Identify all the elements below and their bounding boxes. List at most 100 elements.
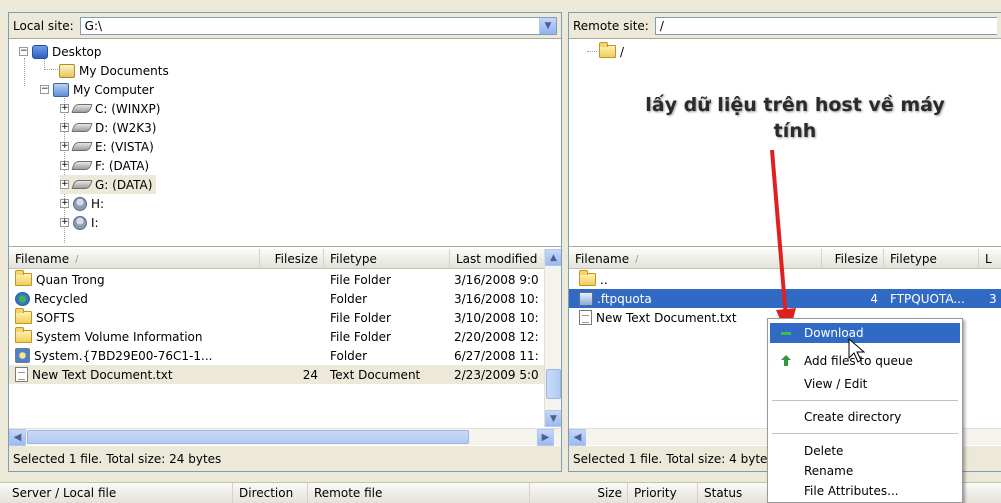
scroll-down-icon[interactable]: ▼ — [545, 410, 561, 427]
menu-separator — [772, 400, 958, 401]
local-site-label: Local site: — [13, 18, 74, 33]
local-list-vertical-scrollbar[interactable]: ▲ ▼ — [544, 249, 561, 427]
collapse-icon[interactable]: − — [40, 85, 49, 94]
tree-node-drive-h[interactable]: + H: — [60, 194, 104, 213]
column-filename[interactable]: Filename / — [9, 249, 260, 269]
menu-item-label: View / Edit — [804, 377, 868, 391]
local-site-path: G:\ — [84, 18, 103, 33]
column-label: Direction — [239, 486, 294, 500]
scroll-thumb[interactable] — [546, 369, 561, 399]
file-modified: 3/10/2008 10: — [454, 310, 539, 325]
folder-icon — [15, 327, 32, 343]
tree-node-drive-c[interactable]: + C: (WINXP) — [60, 99, 160, 118]
file-name: System.{7BD29E00-76C1-1... — [34, 348, 213, 363]
tree-node-label: D: (W2K3) — [95, 120, 157, 135]
menu-item-rename[interactable]: Rename — [770, 461, 960, 481]
expand-icon[interactable]: + — [60, 123, 69, 132]
file-type: File Folder — [330, 329, 391, 344]
tree-node-label: E: (VISTA) — [95, 139, 154, 154]
drive-icon — [71, 123, 93, 132]
my-computer-icon — [53, 82, 69, 97]
expand-icon[interactable]: + — [60, 161, 69, 170]
expand-icon[interactable]: + — [60, 180, 69, 189]
expand-icon[interactable]: + — [60, 142, 69, 151]
column-status[interactable]: Status — [698, 483, 778, 503]
tree-node-drive-i[interactable]: + I: — [60, 213, 99, 232]
menu-item-label: Delete — [804, 444, 844, 458]
local-site-combobox[interactable]: G:\ ▼ — [79, 16, 557, 35]
column-last-modified[interactable]: Last modified — [450, 249, 546, 269]
tree-node-my-documents[interactable]: My Documents — [59, 61, 169, 80]
menu-item-create-directory[interactable]: Create directory — [770, 407, 960, 427]
tree-node-drive-g[interactable]: + G: (DATA) — [60, 175, 157, 194]
remote-status-text: Selected 1 file. Total size: 4 bytes — [573, 451, 774, 466]
table-row-selected[interactable]: New Text Document.txt 24 Text Document 2… — [9, 365, 546, 384]
table-row[interactable]: System.{7BD29E00-76C1-1... Folder 6/27/2… — [9, 346, 546, 365]
file-size: 24 — [302, 367, 318, 382]
local-site-bar: Local site: G:\ ▼ — [9, 13, 561, 39]
column-size[interactable]: Size — [530, 483, 628, 503]
menu-item-file-attributes[interactable]: File Attributes... — [770, 481, 960, 501]
menu-item-view-edit[interactable]: View / Edit — [770, 374, 960, 394]
file-name: .ftpquota — [597, 291, 652, 306]
download-icon — [781, 332, 791, 335]
scroll-thumb[interactable] — [27, 430, 469, 444]
table-row[interactable]: Quan Trong File Folder 3/16/2008 9:0 — [9, 270, 546, 289]
file-type: File Folder — [330, 272, 391, 287]
column-filesize[interactable]: Filesize — [260, 249, 324, 269]
scroll-left-icon[interactable]: ◀ — [9, 429, 26, 446]
table-row[interactable]: Recycled Folder 3/16/2008 10: — [9, 289, 546, 308]
column-priority[interactable]: Priority — [628, 483, 698, 503]
tree-node-label: / — [620, 44, 625, 59]
expand-icon[interactable]: + — [60, 104, 69, 113]
column-label: Filename — [575, 252, 630, 266]
tree-node-drive-e[interactable]: + E: (VISTA) — [60, 137, 154, 156]
menu-item-delete[interactable]: Delete — [770, 441, 960, 461]
sort-indicator: / — [635, 253, 639, 265]
file-name: New Text Document.txt — [596, 310, 737, 325]
tree-node-root[interactable]: / — [599, 42, 624, 61]
table-row[interactable]: System Volume Information File Folder 2/… — [9, 327, 546, 346]
expand-icon[interactable]: + — [60, 218, 69, 227]
collapse-icon[interactable]: − — [19, 47, 28, 56]
tree-node-desktop[interactable]: − Desktop — [19, 42, 102, 61]
file-type: Text Document — [330, 367, 421, 382]
annotation-text: lấy dữ liệu trên host về máy tính — [645, 94, 945, 142]
file-modified: 2/20/2008 12: — [454, 329, 539, 344]
column-last-modified[interactable]: L — [979, 249, 1001, 269]
tree-node-drive-f[interactable]: + F: (DATA) — [60, 156, 149, 175]
file-modified: 3 — [989, 291, 997, 306]
recycle-bin-icon — [15, 291, 30, 306]
tree-node-drive-d[interactable]: + D: (W2K3) — [60, 118, 156, 137]
column-direction[interactable]: Direction — [233, 483, 308, 503]
red-arrow-icon — [770, 150, 796, 338]
scroll-up-icon[interactable]: ▲ — [545, 249, 561, 266]
file-size: 4 — [870, 291, 878, 306]
column-filetype[interactable]: Filetype — [884, 249, 979, 269]
remote-site-combobox[interactable]: / — [654, 16, 997, 35]
scroll-left-icon[interactable]: ◀ — [569, 429, 586, 446]
folder-open-icon — [599, 42, 616, 58]
tree-node-label: H: — [91, 196, 105, 211]
local-list-horizontal-scrollbar[interactable]: ◀ ▶ — [9, 428, 561, 446]
local-pane: Local site: G:\ ▼ − Desktop My Documents… — [8, 12, 562, 472]
file-name: .. — [600, 272, 608, 287]
column-remote-file[interactable]: Remote file — [308, 483, 530, 503]
my-documents-icon — [59, 63, 75, 78]
column-filetype[interactable]: Filetype — [324, 249, 450, 269]
system-folder-icon — [15, 348, 30, 363]
config-file-icon — [579, 291, 593, 306]
scroll-right-icon[interactable]: ▶ — [537, 429, 554, 446]
file-name: New Text Document.txt — [32, 367, 173, 382]
menu-separator — [772, 433, 958, 434]
remote-site-path: / — [659, 18, 664, 33]
column-filesize[interactable]: Filesize — [822, 249, 884, 269]
tree-node-my-computer[interactable]: − My Computer — [40, 80, 154, 99]
file-modified: 6/27/2008 11: — [454, 348, 539, 363]
column-server-local-file[interactable]: Server / Local file — [0, 483, 233, 503]
chevron-down-icon[interactable]: ▼ — [539, 17, 556, 34]
remote-site-bar: Remote site: / — [569, 13, 1001, 39]
expand-icon[interactable]: + — [60, 199, 69, 208]
network-drive-icon — [73, 196, 87, 211]
table-row[interactable]: SOFTS File Folder 3/10/2008 10: — [9, 308, 546, 327]
